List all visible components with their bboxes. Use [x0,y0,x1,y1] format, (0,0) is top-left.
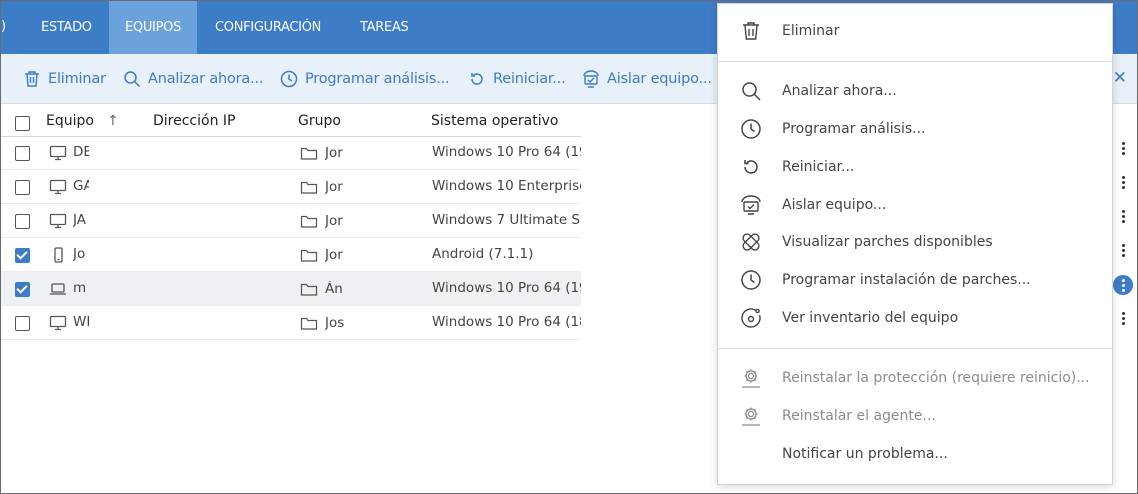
device-name[interactable]: Jo [73,246,89,262]
sort-ascending-icon[interactable]: ↑ [107,113,119,129]
menu-item-eliminar[interactable]: Eliminar [718,12,1112,50]
column-header-so[interactable]: Sistema operativo [431,113,558,129]
row-menu-icon[interactable] [1119,141,1129,157]
column-header-grupo[interactable]: Grupo [298,113,341,129]
os-name: Windows 7 Ultimate SP [432,212,581,228]
context-menu: Eliminar Analizar ahora... Programar aná… [717,3,1113,485]
restart-icon [744,160,758,174]
menu-item-programar-parches[interactable]: Programar instalación de parches... [718,261,1112,299]
gear-icon [742,407,760,426]
column-header-ip[interactable]: Dirección IP [153,113,235,129]
trash-icon [25,71,39,87]
search-icon [124,71,141,88]
desktop-icon [49,145,67,161]
table-header: Equipo ↑ Dirección IP Grupo Sistema oper… [1,105,581,137]
row-checkbox[interactable] [15,214,30,229]
menu-item-analizar[interactable]: Analizar ahora... [718,72,1112,110]
device-name[interactable]: JA [73,212,89,228]
folder-icon [300,145,318,161]
clock-icon [280,70,298,88]
row-checkbox[interactable] [15,146,30,161]
search-icon [742,82,761,101]
folder-icon [300,281,318,297]
group-name: Jor [325,213,343,229]
tab-tareas[interactable]: TAREAS [344,1,424,54]
toolbar-scan-now-button[interactable]: Analizar ahora... [123,68,264,90]
row-menu-icon-active[interactable] [1113,275,1133,295]
tab-equipos[interactable]: EQUIPOS [109,1,198,54]
device-name[interactable]: WI [73,314,89,330]
close-icon[interactable]: ✕ [1113,68,1127,88]
row-menu-icon[interactable] [1119,209,1129,225]
device-name[interactable]: DE [73,144,89,160]
clock-icon [741,119,761,139]
isolate-computer-icon [583,70,599,88]
inventory-disc-icon [741,308,761,328]
menu-item-reiniciar[interactable]: Reiniciar... [718,148,1112,186]
os-name: Windows 10 Enterprise [432,178,581,194]
menu-item-inventario[interactable]: Ver inventario del equipo [718,299,1112,337]
row-checkbox[interactable] [15,248,30,263]
os-name: Windows 10 Pro 64 (190 [432,144,581,160]
menu-item-programar-analisis[interactable]: Programar análisis... [718,110,1112,148]
group-name: Jor [325,145,343,161]
table-row[interactable]: DE Jor Windows 10 Pro 64 (190 [1,136,581,170]
row-menu-icon[interactable] [1119,175,1129,191]
row-checkbox[interactable] [15,180,30,195]
tab-estado[interactable]: ESTADO [25,1,108,54]
group-name: Jos [325,315,345,331]
desktop-icon [49,213,67,229]
tab-configuracion[interactable]: CONFIGURACIÓN [199,1,337,54]
menu-item-notificar[interactable]: Notificar un problema... [718,435,1112,473]
row-checkbox[interactable] [15,316,30,331]
select-all-checkbox[interactable] [15,116,30,131]
desktop-icon [49,179,67,195]
column-header-equipo[interactable]: Equipo [46,113,94,129]
toolbar-isolate-button[interactable]: Aislar equipo... [582,68,712,90]
folder-icon [300,247,318,263]
os-name: Windows 10 Pro 64 (180 [432,314,581,330]
menu-item-reinstalar-agente[interactable]: Reinstalar el agente... [718,397,1112,435]
folder-icon [300,213,318,229]
isolate-computer-icon [741,195,761,215]
table-row[interactable]: GA Jor Windows 10 Enterprise [1,170,581,204]
group-name: Jor [325,179,343,195]
row-menu-icon[interactable] [1119,243,1129,259]
group-name: Án [325,281,343,297]
gear-icon [742,369,760,388]
menu-item-parches[interactable]: Visualizar parches disponibles [718,223,1112,261]
table-row[interactable]: JA Jor Windows 7 Ultimate SP [1,204,581,238]
menu-item-aislar[interactable]: Aislar equipo... [718,186,1112,224]
menu-divider [718,61,1112,62]
clock-icon [741,270,761,290]
menu-divider [718,348,1112,349]
mobile-icon [49,247,67,263]
table-row[interactable]: Jo Jor Android (7.1.1) [1,238,581,272]
os-name: Android (7.1.1) [432,246,534,262]
os-name: Windows 10 Pro 64 (190 [432,280,581,296]
restart-icon [471,73,483,85]
patch-icon [742,233,760,251]
laptop-icon [49,281,67,297]
table-row[interactable]: WI Jos Windows 10 Pro 64 (180 [1,306,581,340]
menu-item-reinstalar-proteccion[interactable]: Reinstalar la protección (requiere reini… [718,359,1112,397]
row-checkbox[interactable] [15,282,30,297]
nav-edge-glyph: ) [1,19,7,34]
group-name: Jor [325,247,343,263]
toolbar-schedule-scan-button[interactable]: Programar análisis... [280,68,450,90]
trash-icon [743,22,759,40]
table-row[interactable]: m Án Windows 10 Pro 64 (190 [1,272,581,306]
app-window: ) ESTADO EQUIPOS CONFIGURACIÓN TAREAS El… [0,0,1138,494]
toolbar-delete-button[interactable]: Eliminar [23,68,106,90]
row-menu-icon[interactable] [1119,311,1129,327]
device-name[interactable]: m [73,280,89,296]
desktop-icon [49,315,67,331]
folder-icon [300,179,318,195]
device-name[interactable]: GA [73,178,89,194]
toolbar-restart-button[interactable]: Reiniciar... [468,68,566,90]
folder-icon [300,315,318,331]
